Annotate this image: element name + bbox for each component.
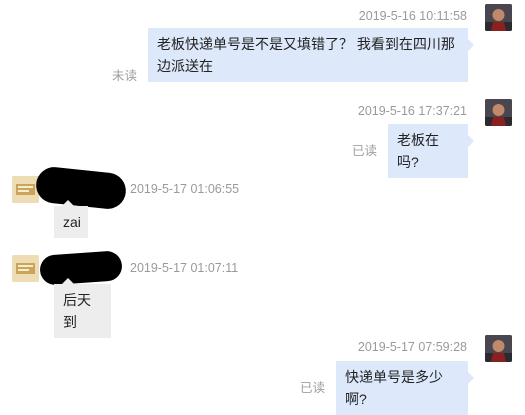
bubble-tail [62,278,74,284]
message-bubble[interactable]: zai [54,200,88,238]
message-timestamp: 2019-5-16 10:11:58 [358,9,467,23]
read-status: 已读 [352,144,378,158]
message-text: 后天到 [63,292,91,330]
bubble-tail [468,135,474,147]
avatar-image-icon [485,99,512,126]
bubble-tail [468,39,474,51]
message-bubble[interactable]: 老板在吗? [388,124,474,178]
avatar-image-icon [12,176,39,203]
message-text: 快递单号是多少啊? [345,369,443,407]
message-text: 老板快递单号是不是又填错了？ 我看到在四川那边派送在 [157,36,455,74]
bubble-tail [468,372,474,384]
read-status: 未读 [112,69,138,83]
avatar-image-icon [12,255,39,282]
message-text: zai [63,214,81,230]
message-timestamp: 2019-5-17 07:59:28 [357,340,467,354]
message-text: 老板在吗? [397,132,439,170]
contact-avatar[interactable] [12,255,39,282]
message-bubble[interactable]: 后天到 [54,278,111,338]
redacted-name [39,250,123,286]
message-timestamp: 2019-5-17 01:07:11 [130,261,239,275]
message-timestamp: 2019-5-17 01:06:55 [130,182,240,196]
message-bubble[interactable]: 老板快递单号是不是又填错了？ 我看到在四川那边派送在 [148,28,474,82]
bubble-tail [62,200,74,206]
message-timestamp: 2019-5-16 17:37:21 [357,104,467,118]
my-avatar[interactable] [485,335,512,362]
avatar-image-icon [485,4,512,31]
redacted-name [34,165,128,211]
avatar-image-icon [485,335,512,362]
my-avatar[interactable] [485,99,512,126]
read-status: 已读 [300,381,326,395]
message-bubble[interactable]: 快递单号是多少啊? [336,361,474,415]
my-avatar[interactable] [485,4,512,31]
contact-avatar[interactable] [12,176,39,203]
